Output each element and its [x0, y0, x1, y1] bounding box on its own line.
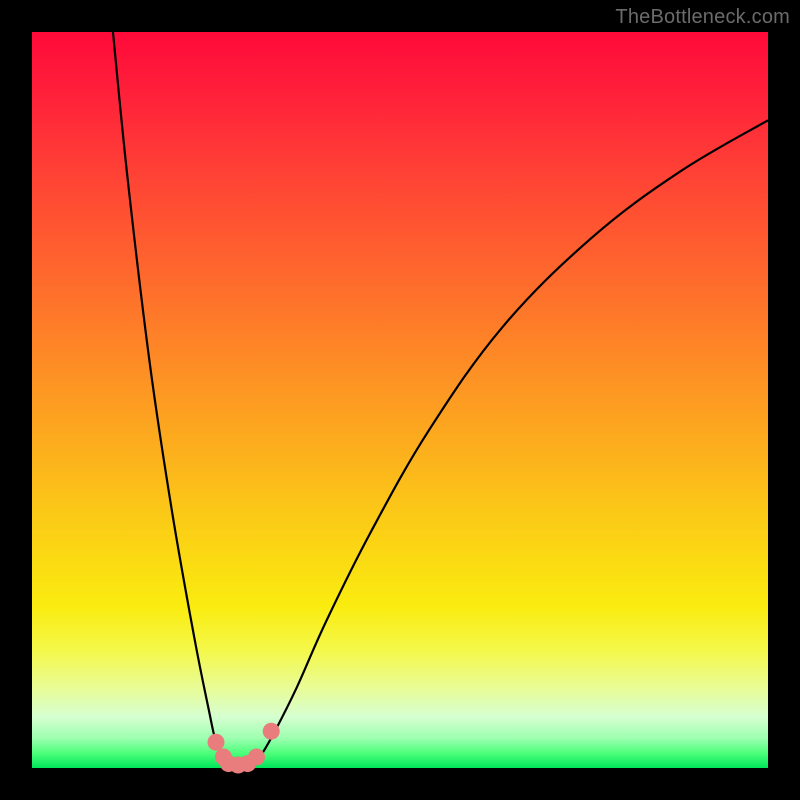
data-marker: [208, 734, 225, 751]
chart-svg: [32, 32, 768, 768]
curve-group: [113, 32, 768, 768]
curve-right-branch: [253, 120, 768, 768]
plot-area: [32, 32, 768, 768]
curve-left-branch: [113, 32, 231, 768]
chart-frame: TheBottleneck.com: [0, 0, 800, 800]
marker-group: [208, 723, 280, 774]
data-marker: [263, 723, 280, 740]
watermark-text: TheBottleneck.com: [615, 6, 790, 29]
data-marker: [248, 748, 265, 765]
